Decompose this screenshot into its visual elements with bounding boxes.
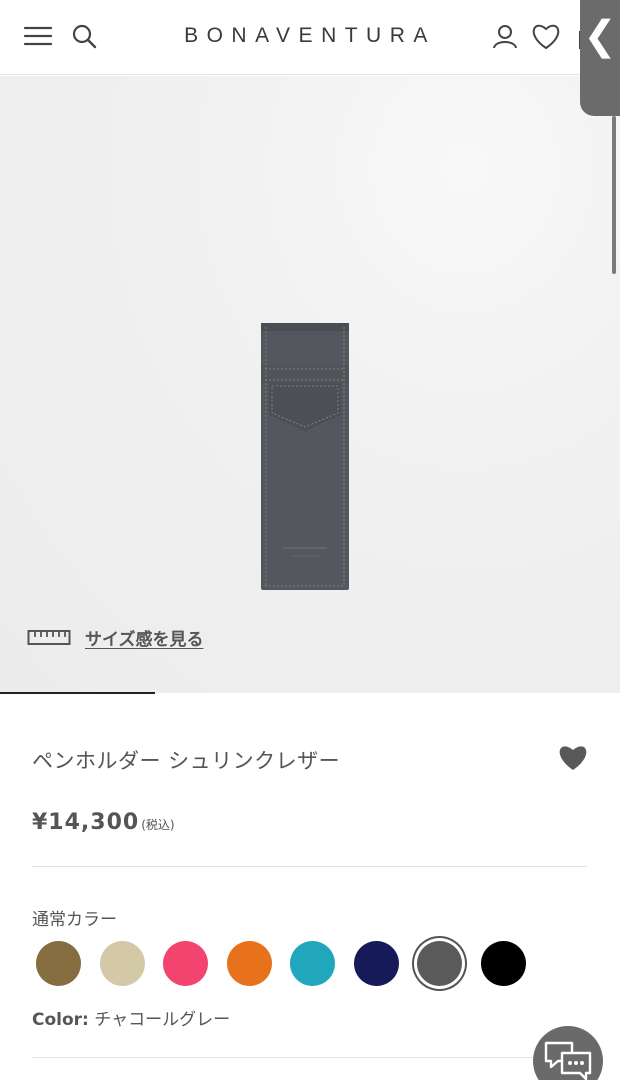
scrollbar-thumb[interactable] — [612, 116, 616, 274]
divider — [32, 1057, 587, 1058]
selected-color-text: Color: チャコールグレー — [32, 1005, 230, 1030]
color-swatch[interactable] — [226, 941, 272, 986]
color-swatch[interactable] — [36, 941, 81, 986]
product-image — [261, 323, 349, 590]
account-icon[interactable] — [489, 20, 521, 52]
menu-icon[interactable] — [22, 20, 54, 52]
chat-bubbles-icon — [544, 1041, 592, 1080]
price-value: ¥14,300 — [32, 810, 140, 835]
size-guide-label: サイズ感を見る — [85, 630, 204, 650]
color-swatch[interactable] — [163, 941, 208, 986]
tax-note: (税込) — [141, 818, 175, 832]
chevron-left-icon: ❮ — [583, 13, 617, 59]
color-label-key: Color: — [32, 1010, 89, 1030]
gallery-progress-indicator — [0, 692, 155, 694]
color-swatch[interactable] — [290, 941, 335, 986]
heart-icon[interactable] — [530, 20, 562, 52]
site-header: BONAVENTURA — [0, 0, 620, 75]
color-swatch[interactable] — [417, 941, 462, 986]
ruler-icon — [27, 629, 71, 645]
chat-button[interactable] — [533, 1026, 603, 1080]
divider — [32, 866, 587, 867]
color-swatch[interactable] — [99, 941, 145, 986]
search-icon[interactable] — [68, 20, 100, 52]
side-panel-tab[interactable]: ❮ — [580, 0, 620, 116]
size-guide-link[interactable]: サイズ感を見る — [27, 625, 204, 650]
color-swatch[interactable] — [480, 941, 526, 986]
add-to-wishlist-heart-icon[interactable] — [557, 742, 589, 772]
color-swatch[interactable] — [353, 941, 399, 986]
product-price: ¥14,300 (税込) — [32, 810, 175, 835]
color-label-value: チャコールグレー — [94, 1010, 231, 1030]
product-title: ペンホルダー シュリンクレザー — [32, 749, 341, 773]
color-section-heading: 通常カラー — [32, 910, 117, 930]
